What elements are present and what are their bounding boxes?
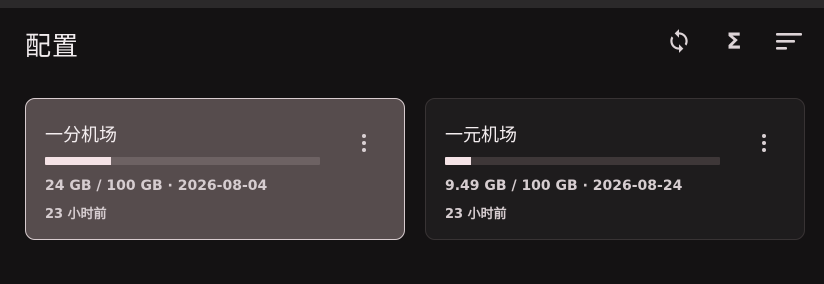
- usage-progress-bar: [45, 157, 320, 165]
- window-top-strip: [0, 0, 824, 8]
- refresh-button[interactable]: [664, 28, 694, 58]
- sort-button[interactable]: [774, 28, 804, 58]
- usage-text: 9.49 GB / 100 GB · 2026-08-24: [445, 178, 683, 194]
- page-title: 配置: [25, 32, 80, 62]
- sum-button[interactable]: Σ: [719, 28, 749, 58]
- more-vert-icon: [362, 134, 366, 138]
- profile-card[interactable]: 一分机场 24 GB / 100 GB · 2026-08-04 23 小时前: [25, 98, 405, 240]
- toolbar: Σ: [664, 28, 804, 58]
- profile-name: 一分机场: [45, 125, 117, 146]
- sigma-icon: Σ: [726, 30, 742, 55]
- updated-time: 23 小时前: [45, 207, 107, 222]
- more-vert-icon: [762, 134, 766, 138]
- profile-name: 一元机场: [445, 125, 517, 146]
- usage-progress-bar: [445, 157, 720, 165]
- refresh-icon: [666, 28, 692, 58]
- usage-progress-fill: [45, 157, 111, 165]
- usage-text: 24 GB / 100 GB · 2026-08-04: [45, 178, 268, 194]
- usage-progress-fill: [445, 157, 472, 165]
- more-options-button[interactable]: [354, 131, 374, 155]
- profile-card[interactable]: 一元机场 9.49 GB / 100 GB · 2026-08-24 23 小时…: [425, 98, 805, 240]
- updated-time: 23 小时前: [445, 207, 507, 222]
- more-options-button[interactable]: [754, 131, 774, 155]
- sort-icon: [775, 30, 803, 56]
